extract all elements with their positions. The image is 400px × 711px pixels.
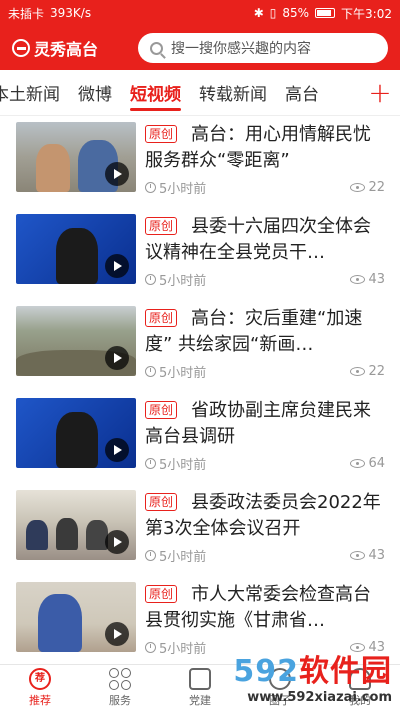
eye-icon [350,183,366,192]
news-title[interactable]: 县委政法委员会2022年第3次全体会议召开 [145,490,385,542]
original-badge: 原创 [145,217,178,235]
play-icon[interactable] [105,254,129,278]
battery-percent: 85% [282,6,310,20]
news-item[interactable]: 高台：用心用情解民忧 服务群众“零距离” 原创 5小时前 22 [0,118,400,208]
news-meta: 5小时前 43 [145,546,385,565]
carrier-text: 未插卡 [8,6,45,21]
tab-2[interactable]: 短视频 [130,74,181,111]
play-icon[interactable] [105,530,129,554]
party-icon [189,668,211,690]
thumbnail-figure [26,520,48,550]
tab-1[interactable]: 微博 [78,74,112,111]
watermark-number: 592 [233,654,299,689]
thumbnail-figure [56,412,98,468]
publish-time: 5小时前 [159,642,207,657]
news-meta: 5小时前 22 [145,362,385,381]
watermark-url: www.592xiazai.com [247,690,392,705]
eye-icon [350,275,366,284]
publish-time: 5小时前 [159,182,207,197]
play-icon[interactable] [105,438,129,462]
publish-time: 5小时前 [159,274,207,289]
logo-icon [12,39,30,57]
add-tab-button[interactable]: + [360,76,400,109]
search-bar[interactable]: 搜一搜你感兴趣的内容 [138,33,388,63]
news-title[interactable]: 高台：灾后重建“加速度” 共绘家园“新画… [145,306,385,358]
clock-time: 下午3:02 [341,6,392,21]
view-count: 22 [368,180,385,195]
eye-icon [350,459,366,468]
network-speed: 393K/s [50,6,92,20]
video-thumbnail[interactable] [16,214,136,284]
news-title[interactable]: 县委十六届四次全体会议精神在全县党员干… [145,214,385,266]
eye-icon [350,367,366,376]
nav-item-2[interactable]: 党建 [160,665,240,711]
news-meta: 5小时前 43 [145,270,385,289]
news-title[interactable]: 省政协副主席贠建民来高台县调研 [145,398,385,450]
news-title[interactable]: 高台：用心用情解民忧 服务群众“零距离” [145,122,385,174]
thumbnail-figure [36,144,70,192]
thumbnail-figure [38,594,82,652]
app-logo: 灵秀高台 [12,36,132,60]
nav-label: 服务 [109,694,131,707]
nav-item-0[interactable]: 荐推荐 [0,665,80,711]
original-badge: 原创 [145,309,178,327]
clock-icon [145,458,156,469]
clock-icon [145,366,156,377]
news-meta: 5小时前 22 [145,178,385,197]
original-badge: 原创 [145,401,178,419]
news-meta: 5小时前 64 [145,454,385,473]
nav-label: 推荐 [29,694,51,707]
publish-time: 5小时前 [159,366,207,381]
news-item[interactable]: 县委政法委员会2022年第3次全体会议召开 原创 5小时前 43 [0,486,400,576]
play-icon[interactable] [105,346,129,370]
video-thumbnail[interactable] [16,122,136,192]
video-thumbnail[interactable] [16,582,136,652]
bluetooth-icon: ✱ [253,6,264,20]
tab-0[interactable]: 本土新闻 [0,74,60,111]
eye-icon [350,551,366,560]
news-item[interactable]: 高台：灾后重建“加速度” 共绘家园“新画… 原创 5小时前 22 [0,302,400,392]
search-placeholder: 搜一搜你感兴趣的内容 [171,41,311,57]
vibrate-icon: ▯ [269,6,277,20]
tab-4[interactable]: 高台 [285,74,319,111]
app-name: 灵秀高台 [34,40,99,59]
play-icon[interactable] [105,622,129,646]
original-badge: 原创 [145,585,178,603]
video-thumbnail[interactable] [16,398,136,468]
publish-time: 5小时前 [159,458,207,473]
news-title[interactable]: 市人大常委会检查高台县贯彻实施《甘肃省… [145,582,385,634]
tabs-scroll: 本土新闻 微博 短视频 转载新闻 高台 [0,74,360,111]
recommend-icon: 荐 [29,668,51,690]
view-count: 43 [368,548,385,563]
clock-icon [145,642,156,653]
tab-3[interactable]: 转载新闻 [199,74,267,111]
battery-icon [315,8,336,18]
clock-icon [145,550,156,561]
play-icon[interactable] [105,162,129,186]
category-tabs: 本土新闻 微博 短视频 转载新闻 高台 + [0,70,400,116]
app-header: 灵秀高台 搜一搜你感兴趣的内容 [0,26,400,70]
nav-label: 党建 [189,694,211,707]
view-count: 43 [368,272,385,287]
view-count: 22 [368,364,385,379]
clock-icon [145,182,156,193]
video-thumbnail[interactable] [16,306,136,376]
status-bar: 未插卡 393K/s ✱ ▯ 85% 下午3:02 [0,0,400,26]
grid-icon [109,668,131,690]
original-badge: 原创 [145,125,178,143]
nav-item-1[interactable]: 服务 [80,665,160,711]
original-badge: 原创 [145,493,178,511]
news-item[interactable]: 县委十六届四次全体会议精神在全县党员干… 原创 5小时前 43 [0,210,400,300]
thumbnail-figure [56,228,98,284]
watermark-brand: 软件园 [299,654,392,689]
news-list: 高台：用心用情解民忧 服务群众“零距离” 原创 5小时前 22 县委十六届四次全体会议精… [0,116,400,664]
site-watermark: 592软件园 www.592xiazai.com [233,646,392,705]
view-count: 64 [368,456,385,471]
video-thumbnail[interactable] [16,490,136,560]
search-icon [150,41,163,55]
clock-icon [145,274,156,285]
thumbnail-figure [56,518,78,550]
news-item[interactable]: 省政协副主席贠建民来高台县调研 原创 5小时前 64 [0,394,400,484]
publish-time: 5小时前 [159,550,207,565]
